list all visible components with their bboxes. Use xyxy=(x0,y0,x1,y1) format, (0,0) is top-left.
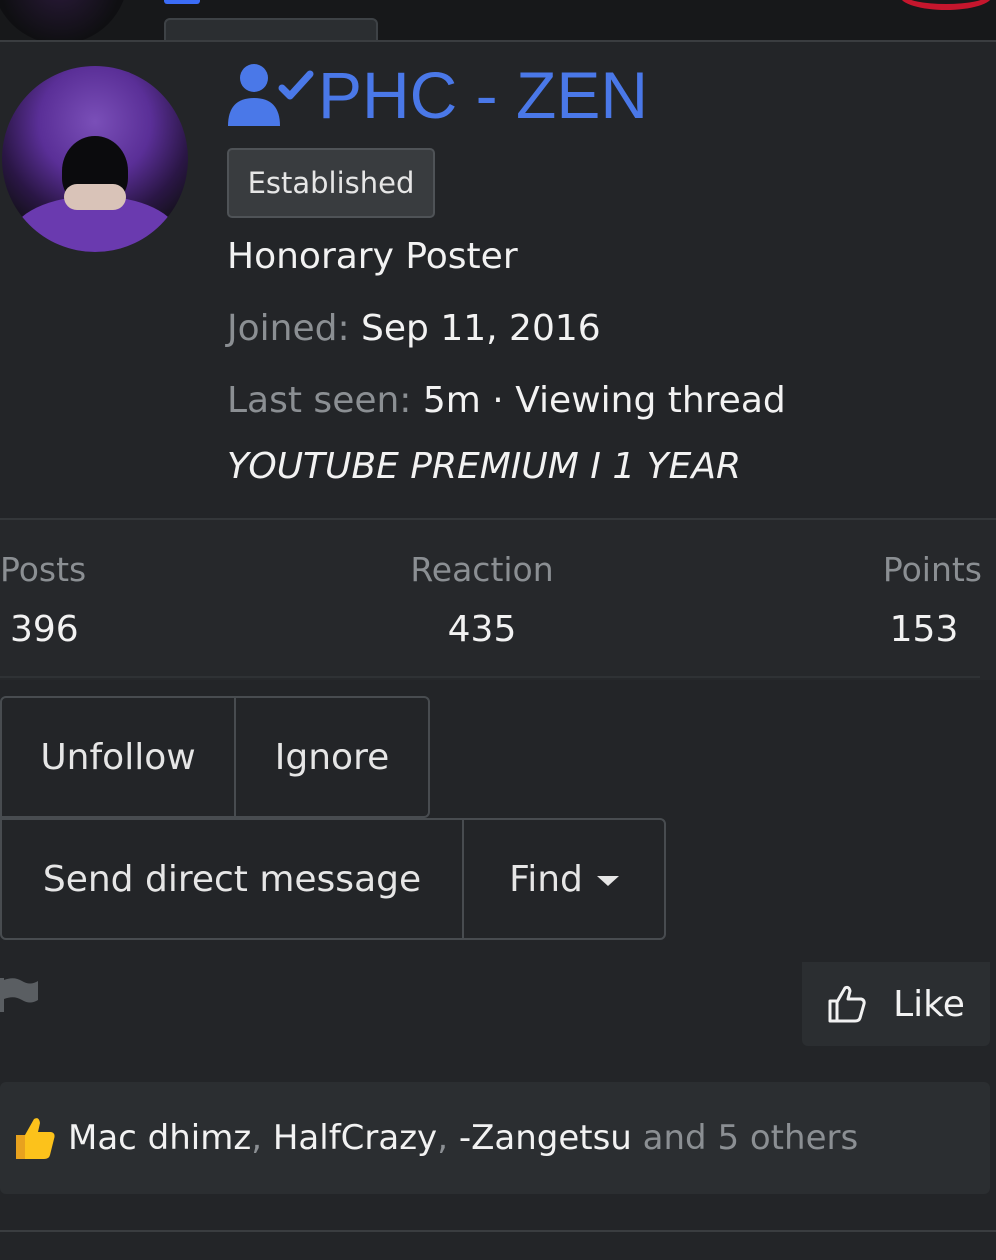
stat-reaction: Reaction 435 xyxy=(408,550,556,650)
thumbs-up-icon xyxy=(828,985,866,1023)
stat-posts-value[interactable]: 396 xyxy=(10,609,86,650)
username-row: PHC - ZEN xyxy=(226,57,648,133)
ignore-button[interactable]: Ignore xyxy=(234,696,430,818)
thumbs-up-emoji-icon xyxy=(16,1118,55,1159)
background-avatar xyxy=(0,0,128,42)
stats-panel: Posts 396 Reaction 435 Points 153 xyxy=(0,518,996,680)
background-badge xyxy=(164,0,200,4)
reaction-user-3[interactable]: -Zangetsu xyxy=(459,1118,632,1158)
joined-label: Joined: xyxy=(227,308,350,349)
background-page-strip xyxy=(0,0,996,42)
avatar[interactable] xyxy=(2,66,188,252)
reaction-others[interactable]: and 5 others xyxy=(643,1118,859,1158)
custom-title: YOUTUBE PREMIUM I 1 YEAR xyxy=(227,446,742,487)
stat-posts: Posts 396 xyxy=(0,550,86,650)
background-red-shape xyxy=(900,0,992,10)
stat-points-value[interactable]: 153 xyxy=(866,609,982,650)
find-dropdown-button[interactable]: Find xyxy=(462,818,666,940)
reaction-user-2[interactable]: HalfCrazy xyxy=(273,1118,437,1158)
bottom-divider xyxy=(0,1230,996,1232)
user-title: Honorary Poster xyxy=(227,236,518,277)
unfollow-button[interactable]: Unfollow xyxy=(0,696,236,818)
reaction-separator-1: , xyxy=(251,1118,263,1158)
stat-points: Points 153 xyxy=(866,550,982,650)
stat-reaction-label: Reaction xyxy=(410,550,554,589)
stat-posts-label: Posts xyxy=(0,550,87,589)
user-badge: Established xyxy=(227,148,435,218)
send-direct-message-button[interactable]: Send direct message xyxy=(0,818,464,940)
stat-reaction-value[interactable]: 435 xyxy=(408,609,556,650)
last-seen-value: 5m · Viewing thread xyxy=(422,380,786,421)
avatar-hands xyxy=(64,184,126,210)
post-footer: Like Mac dhimz, HalfCrazy, -Zangetsu and… xyxy=(0,960,996,1260)
flag-icon[interactable] xyxy=(0,978,40,1012)
joined-line: Joined: Sep 11, 2016 xyxy=(227,308,601,349)
last-seen-line: Last seen: 5m · Viewing thread xyxy=(227,380,786,421)
user-check-icon xyxy=(228,64,314,126)
reaction-user-1[interactable]: Mac dhimz xyxy=(68,1118,251,1158)
joined-value: Sep 11, 2016 xyxy=(361,308,601,349)
stat-points-label: Points xyxy=(882,550,982,589)
background-tab xyxy=(164,18,378,42)
member-tooltip-card: PHC - ZEN Established Honorary Poster Jo… xyxy=(0,40,996,962)
reactions-bar[interactable]: Mac dhimz, HalfCrazy, -Zangetsu and 5 ot… xyxy=(0,1082,990,1194)
stats-divider xyxy=(0,676,980,678)
username[interactable]: PHC - ZEN xyxy=(318,57,648,133)
find-label: Find xyxy=(509,858,583,900)
last-seen-label: Last seen: xyxy=(227,380,412,421)
like-button[interactable]: Like xyxy=(802,962,990,1046)
caret-down-icon xyxy=(596,876,619,886)
reaction-separator-2: , xyxy=(437,1118,448,1158)
like-label: Like xyxy=(893,983,965,1025)
